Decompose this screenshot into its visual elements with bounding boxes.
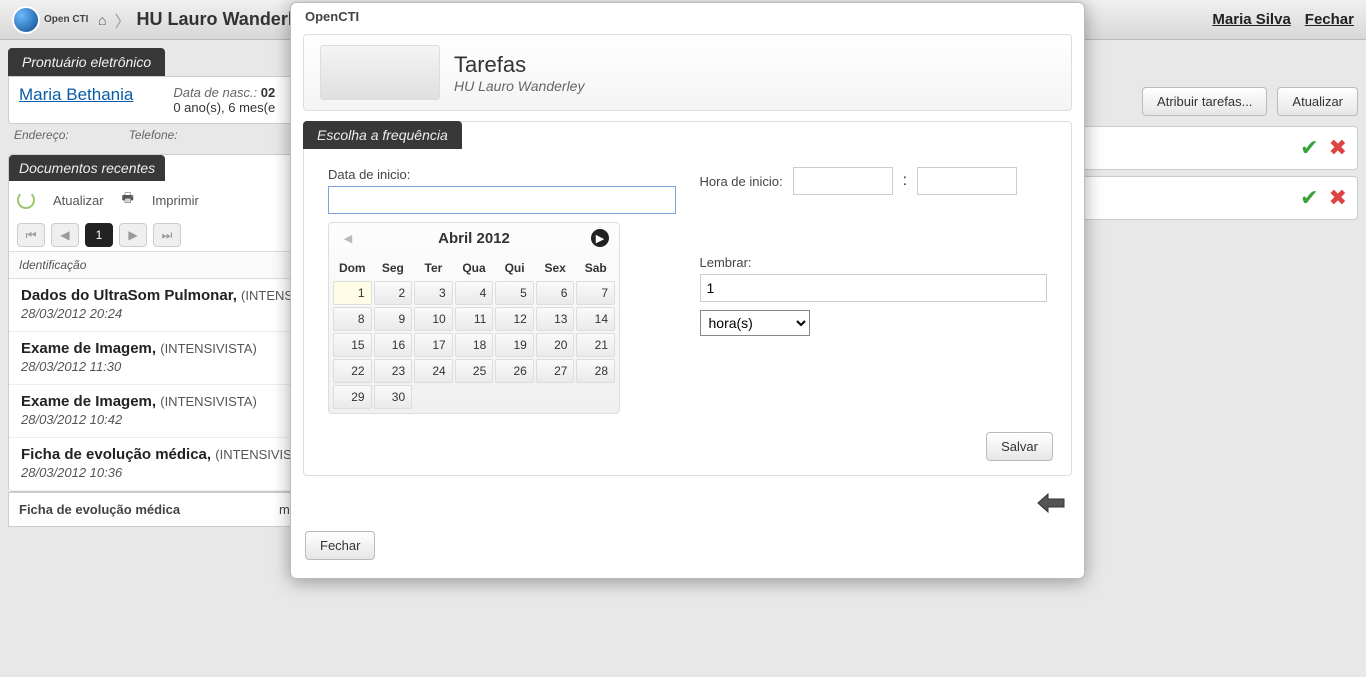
start-date-input[interactable] [328, 186, 676, 214]
cal-day[interactable]: 29 [333, 385, 372, 409]
cal-day[interactable]: 8 [333, 307, 372, 331]
modal-app-title: OpenCTI [291, 3, 1084, 30]
cal-day[interactable]: 20 [536, 333, 575, 357]
cal-day-header: Seg [374, 257, 413, 279]
modal-illustration [320, 45, 440, 100]
cal-day-header: Qua [455, 257, 494, 279]
cal-day[interactable]: 27 [536, 359, 575, 383]
cal-day[interactable]: 10 [414, 307, 453, 331]
cal-day[interactable]: 15 [333, 333, 372, 357]
calendar: ◀ Abril 2012 ▶ DomSegTerQuaQuiSexSab1234… [328, 222, 620, 414]
modal: OpenCTI Tarefas HU Lauro Wanderley Escol… [290, 2, 1085, 579]
cal-day[interactable]: 6 [536, 281, 575, 305]
cal-day[interactable]: 13 [536, 307, 575, 331]
save-button[interactable]: Salvar [986, 432, 1053, 461]
cal-day[interactable]: 7 [576, 281, 615, 305]
cal-day-header: Sab [576, 257, 615, 279]
remind-unit-select[interactable]: hora(s) [700, 310, 810, 336]
cal-day[interactable]: 21 [576, 333, 615, 357]
modal-subtitle: HU Lauro Wanderley [454, 78, 584, 94]
cal-day[interactable]: 24 [414, 359, 453, 383]
cal-day[interactable]: 19 [495, 333, 534, 357]
cal-day[interactable]: 18 [455, 333, 494, 357]
close-button[interactable]: Fechar [305, 531, 375, 560]
back-arrow-icon[interactable] [1036, 492, 1066, 519]
modal-tab: Escolha a frequência [303, 121, 462, 149]
start-hour-input[interactable] [793, 167, 893, 195]
cal-day[interactable]: 28 [576, 359, 615, 383]
cal-day[interactable]: 2 [374, 281, 413, 305]
cal-day-header: Dom [333, 257, 372, 279]
start-date-label: Data de inicio: [328, 167, 676, 182]
cal-day[interactable]: 3 [414, 281, 453, 305]
cal-day[interactable]: 30 [374, 385, 413, 409]
cal-day[interactable]: 4 [455, 281, 494, 305]
cal-day[interactable]: 25 [455, 359, 494, 383]
cal-month: Abril 2012 [438, 230, 510, 247]
cal-day[interactable]: 5 [495, 281, 534, 305]
remind-input[interactable] [700, 274, 1048, 302]
cal-day[interactable]: 16 [374, 333, 413, 357]
cal-day[interactable]: 9 [374, 307, 413, 331]
cal-day-header: Sex [536, 257, 575, 279]
cal-day[interactable]: 1 [333, 281, 372, 305]
modal-title: Tarefas [454, 52, 584, 78]
modal-header: Tarefas HU Lauro Wanderley [303, 34, 1072, 111]
cal-prev[interactable]: ◀ [339, 229, 357, 247]
remind-label: Lembrar: [700, 255, 1048, 270]
cal-day[interactable]: 23 [374, 359, 413, 383]
start-min-input[interactable] [917, 167, 1017, 195]
cal-day[interactable]: 17 [414, 333, 453, 357]
cal-day[interactable]: 11 [455, 307, 494, 331]
cal-day-header: Qui [495, 257, 534, 279]
cal-day[interactable]: 26 [495, 359, 534, 383]
cal-day[interactable]: 14 [576, 307, 615, 331]
start-time-label: Hora de inicio: [700, 174, 783, 189]
cal-day-header: Ter [414, 257, 453, 279]
cal-day[interactable]: 12 [495, 307, 534, 331]
cal-next[interactable]: ▶ [591, 229, 609, 247]
time-colon: : [903, 172, 907, 190]
cal-day[interactable]: 22 [333, 359, 372, 383]
